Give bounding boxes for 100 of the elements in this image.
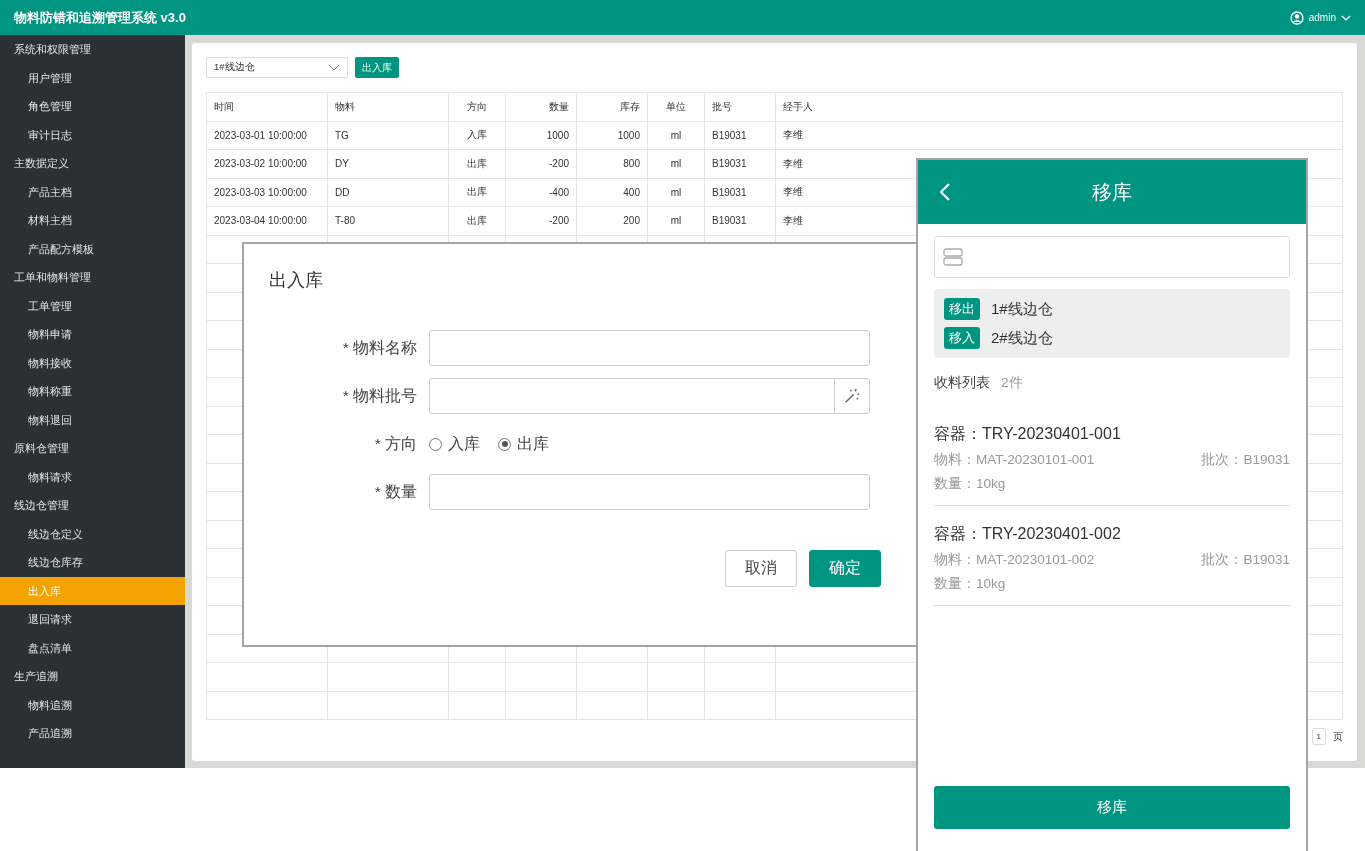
- sidebar-item[interactable]: 物料申请: [0, 320, 185, 349]
- sidebar-item[interactable]: 物料退回: [0, 405, 185, 434]
- form-label: * 物料批号: [341, 385, 418, 406]
- table-cell: 2023-03-04 10:00:00: [206, 206, 328, 235]
- quantity-text: 数量：10kg: [934, 475, 1006, 493]
- stock-in-out-button[interactable]: 出入库: [355, 57, 399, 78]
- sidebar-group[interactable]: 线边仓管理: [0, 491, 185, 520]
- table-cell: 入库: [448, 121, 506, 150]
- column-header: 数量: [505, 92, 577, 121]
- table-cell: B19031: [704, 178, 776, 207]
- sidebar-group[interactable]: 生产追溯: [0, 662, 185, 691]
- sidebar-item[interactable]: 审计日志: [0, 120, 185, 149]
- table-cell: ml: [647, 206, 705, 235]
- list-title: 收料列表: [934, 374, 990, 392]
- table-cell: 2023-03-01 10:00:00: [206, 121, 328, 150]
- warehouse-name: 2#线边仓: [991, 328, 1053, 348]
- sidebar-item[interactable]: 产品追溯: [0, 719, 185, 748]
- table-cell: ml: [647, 149, 705, 178]
- sidebar-item[interactable]: 线边仓定义: [0, 519, 185, 548]
- transfer-button[interactable]: 移库: [934, 786, 1290, 829]
- radio-option[interactable]: 出库: [498, 433, 549, 455]
- table-cell: DD: [327, 178, 449, 207]
- table-cell: DY: [327, 149, 449, 178]
- quantity-text: 数量：10kg: [934, 575, 1006, 593]
- table-cell: B19031: [704, 149, 776, 178]
- form-label: * 方向: [373, 433, 418, 454]
- table-cell: 1000: [576, 121, 648, 150]
- table-cell: 李维: [775, 121, 1343, 150]
- magic-wand-icon: [843, 387, 861, 405]
- table-cell: -400: [505, 178, 577, 207]
- table-cell: TG: [327, 121, 449, 150]
- radio-option[interactable]: 入库: [429, 433, 480, 455]
- table-cell: 出库: [448, 178, 506, 207]
- dialog-title: 出入库: [268, 269, 324, 292]
- user-menu[interactable]: admin: [1289, 10, 1351, 25]
- table-cell: 2023-03-03 10:00:00: [206, 178, 328, 207]
- confirm-button[interactable]: 确定: [809, 550, 881, 587]
- sidebar-item[interactable]: 产品主档: [0, 177, 185, 206]
- column-header: 物料: [327, 92, 449, 121]
- table-cell: 800: [576, 149, 648, 178]
- table-cell: 出库: [448, 149, 506, 178]
- container-code: 容器：TRY-20230401-001: [934, 424, 1122, 444]
- table-cell: ml: [647, 178, 705, 207]
- table-cell: ml: [647, 121, 705, 150]
- column-header: 单位: [647, 92, 705, 121]
- form-label: * 物料名称: [341, 337, 418, 358]
- sidebar-group[interactable]: 系统和权限管理: [0, 35, 185, 64]
- material-code: 物料：MAT-20230101-002: [934, 551, 1095, 569]
- sidebar-item[interactable]: 工单管理: [0, 291, 185, 320]
- app-title: 物料防错和追溯管理系统 v3.0: [14, 8, 186, 27]
- chevron-down-icon: [1341, 14, 1351, 21]
- form-label: * 数量: [373, 481, 418, 502]
- sidebar-group[interactable]: 原料仓管理: [0, 434, 185, 463]
- back-icon[interactable]: [940, 183, 950, 201]
- sidebar-item[interactable]: 物料追溯: [0, 690, 185, 719]
- column-header: 时间: [206, 92, 328, 121]
- batch-number: 批次：B19031: [1201, 451, 1290, 469]
- sidebar-item[interactable]: 角色管理: [0, 92, 185, 121]
- table-cell: 200: [576, 206, 648, 235]
- warehouse-select[interactable]: 1#线边仓: [206, 57, 348, 78]
- table-cell: 400: [576, 178, 648, 207]
- table-cell: B19031: [704, 206, 776, 235]
- input-field[interactable]: [429, 378, 870, 414]
- page-number-field[interactable]: 1: [1311, 728, 1326, 745]
- sidebar-item[interactable]: 物料请求: [0, 462, 185, 491]
- column-header: 批号: [704, 92, 776, 121]
- sidebar-item[interactable]: 物料接收: [0, 348, 185, 377]
- page-unit-label: 页: [1333, 729, 1343, 744]
- warehouse-name: 1#线边仓: [991, 299, 1053, 319]
- input-field[interactable]: [429, 330, 870, 366]
- sidebar-item[interactable]: 产品配方模板: [0, 234, 185, 263]
- column-header: 库存: [576, 92, 648, 121]
- scan-icon: [943, 247, 963, 267]
- mobile-title: 移库: [1092, 179, 1132, 205]
- container-code: 容器：TRY-20230401-002: [934, 524, 1122, 544]
- scan-input-field[interactable]: [934, 236, 1290, 278]
- material-code: 物料：MAT-20230101-001: [934, 451, 1095, 469]
- table-cell: -200: [505, 206, 577, 235]
- transfer-tag: 移出: [944, 298, 980, 320]
- table-cell: -200: [505, 149, 577, 178]
- sidebar-item[interactable]: 物料称重: [0, 377, 185, 406]
- list-count: 2件: [1001, 374, 1023, 392]
- sidebar-group[interactable]: 主数据定义: [0, 149, 185, 178]
- sidebar-item[interactable]: 线边仓库存: [0, 548, 185, 577]
- input-field[interactable]: [429, 474, 870, 510]
- sidebar-item[interactable]: 用户管理: [0, 63, 185, 92]
- table-cell: 出库: [448, 206, 506, 235]
- table-cell: B19031: [704, 121, 776, 150]
- batch-number: 批次：B19031: [1201, 551, 1290, 569]
- column-header: 方向: [448, 92, 506, 121]
- chevron-down-icon: [328, 64, 340, 71]
- transfer-tag: 移入: [944, 327, 980, 349]
- column-header: 经手人: [775, 92, 1343, 121]
- sidebar-item[interactable]: 退回请求: [0, 605, 185, 634]
- table-cell: 2023-03-02 10:00:00: [206, 149, 328, 178]
- sidebar-item[interactable]: 材料主档: [0, 206, 185, 235]
- sidebar-item[interactable]: 盘点清单: [0, 633, 185, 662]
- sidebar-group[interactable]: 工单和物料管理: [0, 263, 185, 292]
- table-cell: 1000: [505, 121, 577, 150]
- cancel-button[interactable]: 取消: [725, 550, 797, 587]
